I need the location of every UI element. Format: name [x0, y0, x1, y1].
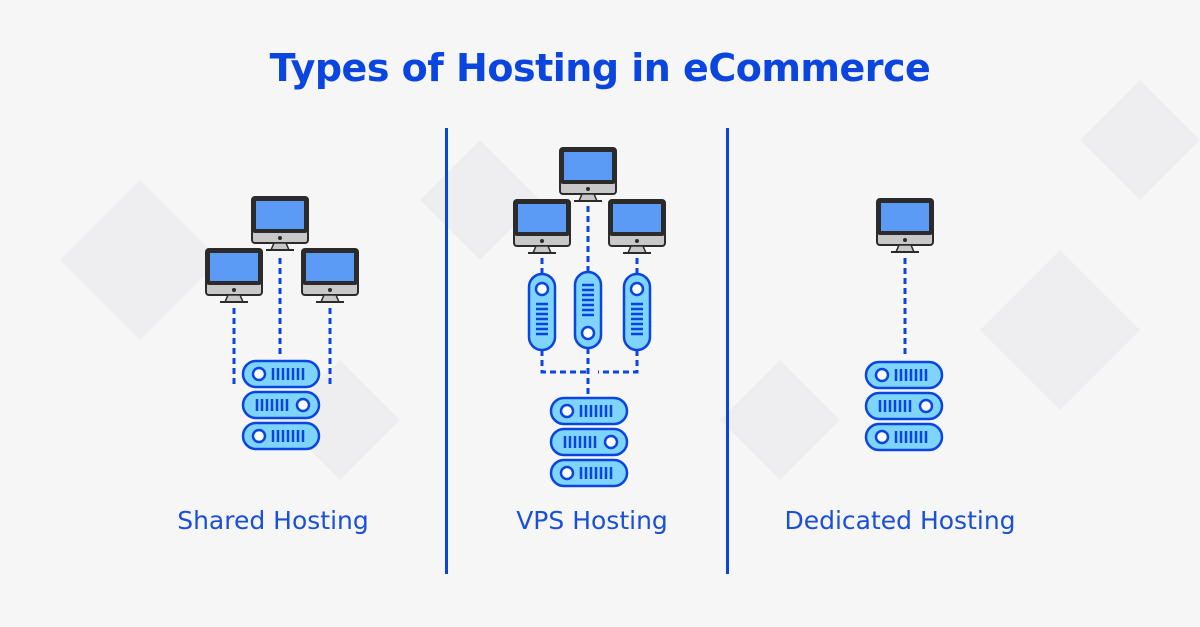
virtual-server-icon: [573, 270, 603, 350]
vps-hosting-label: VPS Hosting: [516, 506, 668, 535]
server-unit-icon: [549, 396, 629, 426]
computer-icon: [876, 198, 934, 253]
computer-icon: [251, 196, 309, 251]
virtual-server-icon: [527, 272, 557, 352]
computer-icon: [608, 199, 666, 254]
computer-icon: [301, 248, 359, 303]
server-unit-icon: [864, 422, 944, 452]
server-unit-icon: [549, 458, 629, 488]
server-unit-icon: [241, 359, 321, 389]
computer-icon: [559, 147, 617, 202]
server-unit-icon: [864, 391, 944, 421]
server-unit-icon: [864, 360, 944, 390]
shared-hosting-label: Shared Hosting: [177, 506, 369, 535]
dedicated-hosting-diagram: [864, 198, 944, 452]
computer-icon: [513, 199, 571, 254]
virtual-server-icon: [622, 272, 652, 352]
computer-icon: [205, 248, 263, 303]
server-unit-icon: [549, 427, 629, 457]
server-unit-icon: [241, 421, 321, 451]
server-unit-icon: [241, 390, 321, 420]
dedicated-hosting-label: Dedicated Hosting: [784, 506, 1016, 535]
vps-hosting-diagram: [513, 147, 666, 488]
shared-hosting-diagram: [205, 196, 359, 451]
